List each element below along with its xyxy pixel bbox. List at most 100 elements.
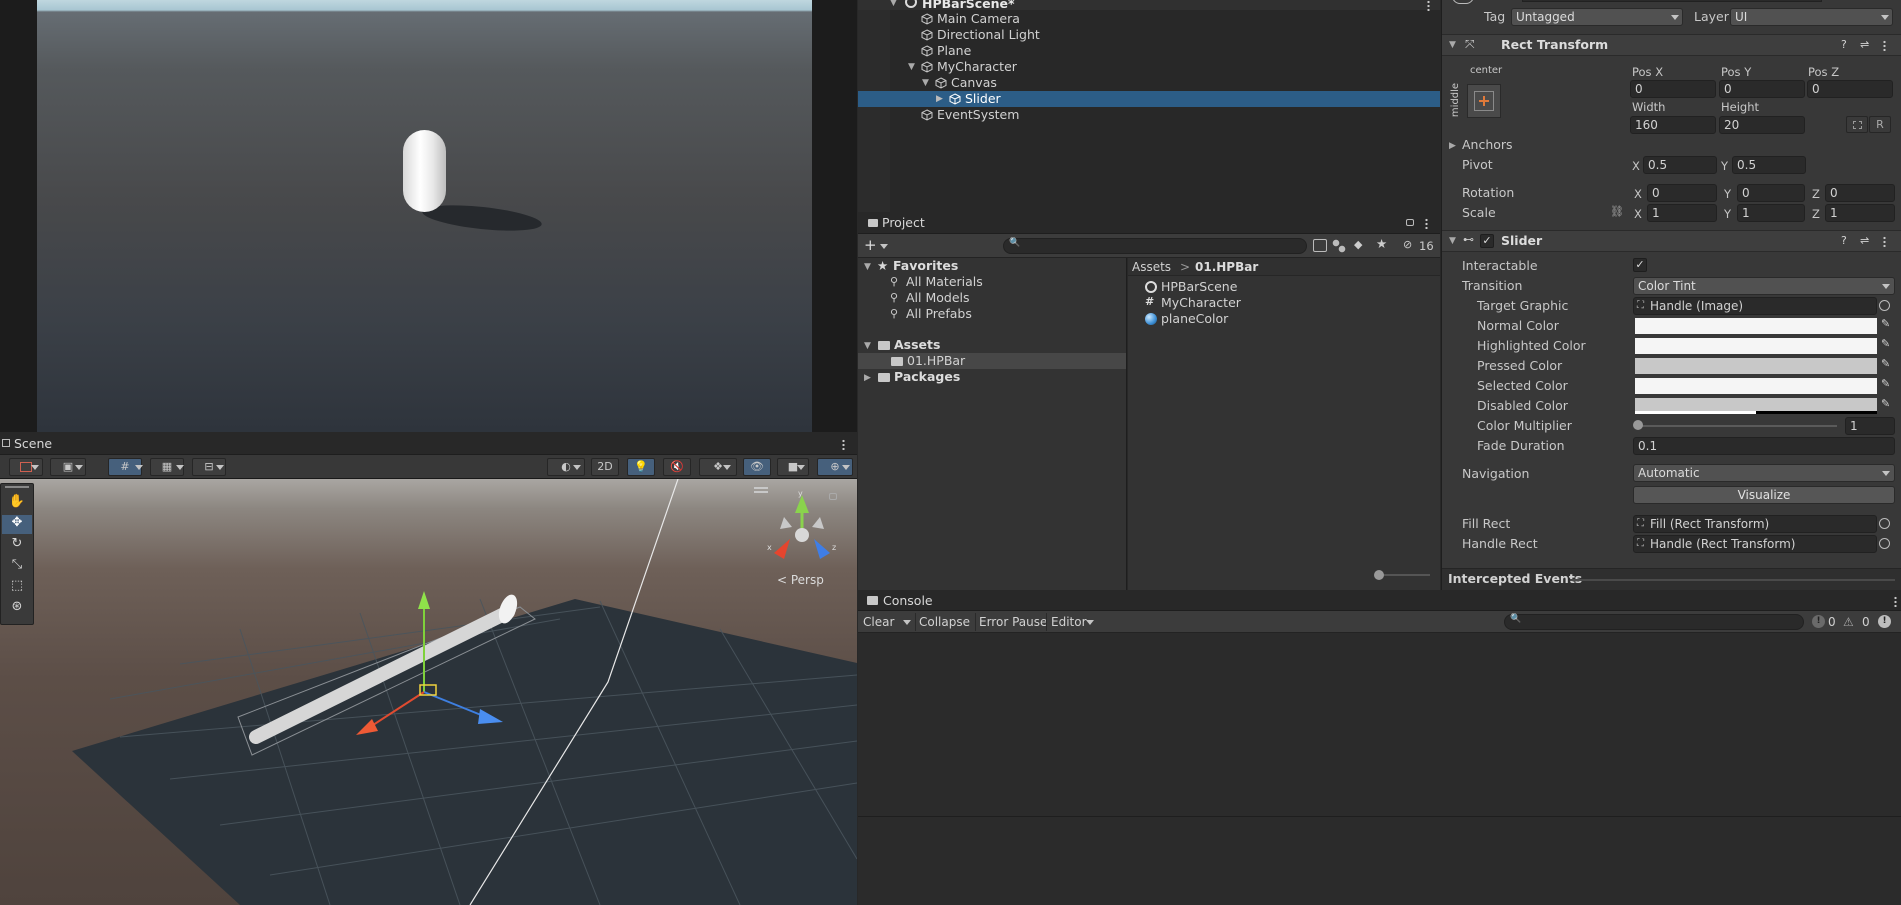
expand-arrow-icon[interactable]: ▼: [908, 59, 915, 75]
presets-icon[interactable]: ⇌: [1860, 37, 1869, 53]
add-asset-button[interactable]: +: [864, 237, 877, 253]
foldout-arrow-icon[interactable]: ▶: [1449, 138, 1456, 154]
favorite-all-models[interactable]: All Models: [906, 290, 970, 306]
mode-2d-button[interactable]: 2D: [591, 458, 619, 476]
fade-duration-field[interactable]: 0.1: [1633, 437, 1895, 455]
game-view-render[interactable]: [37, 0, 812, 432]
expand-arrow-icon[interactable]: ▼: [864, 259, 871, 275]
expand-arrow-icon[interactable]: ▶: [936, 91, 943, 107]
intercepted-events-bar[interactable]: Intercepted Events: [1442, 568, 1901, 590]
filter-label-icon[interactable]: ◆: [1354, 237, 1362, 253]
pivot-x-field[interactable]: 0.5: [1643, 156, 1717, 174]
rot-z-field[interactable]: 0: [1825, 184, 1895, 202]
eyedropper-icon[interactable]: ✎: [1881, 396, 1890, 412]
scale-z-field[interactable]: 1: [1825, 204, 1895, 222]
tag-dropdown[interactable]: Untagged: [1511, 8, 1683, 26]
posy-field[interactable]: 0: [1719, 80, 1805, 98]
assets-folder[interactable]: Assets: [894, 337, 940, 353]
asset-size-slider-thumb[interactable]: [1374, 570, 1384, 580]
normal-color-swatch[interactable]: [1635, 318, 1877, 334]
hpbar-folder[interactable]: 01.HPBar: [907, 353, 965, 369]
scene-view-render[interactable]: y x z < Persp ✋ ✥ ↻ ⤡ ⬚ ⊛: [0, 479, 857, 905]
scale-y-field[interactable]: 1: [1737, 204, 1805, 222]
console-search-input[interactable]: 🔍: [1504, 614, 1804, 630]
hierarchy-item-plane[interactable]: Plane: [858, 43, 1440, 59]
search-by-type-icon[interactable]: [1313, 239, 1327, 252]
height-field[interactable]: 20: [1719, 116, 1805, 134]
hierarchy-menu-icon[interactable]: [1427, 0, 1430, 11]
eyedropper-icon[interactable]: ✎: [1881, 376, 1890, 392]
color-multiplier-thumb[interactable]: [1633, 420, 1643, 430]
editor-dropdown[interactable]: Editor: [1051, 614, 1087, 630]
packages-folder[interactable]: Packages: [894, 369, 960, 385]
handle-rect-field[interactable]: ⛶ Handle (Rect Transform): [1633, 535, 1877, 553]
hierarchy-item-slider[interactable]: ▶ Slider: [858, 91, 1440, 107]
favorite-all-materials[interactable]: All Materials: [906, 274, 983, 290]
project-menu-icon[interactable]: [1425, 218, 1428, 229]
anchors-foldout[interactable]: Anchors: [1462, 137, 1513, 153]
pressed-color-swatch[interactable]: [1635, 358, 1877, 374]
console-menu-icon[interactable]: [1894, 596, 1897, 607]
expand-arrow-icon[interactable]: ▼: [922, 75, 929, 91]
favorite-all-prefabs[interactable]: All Prefabs: [906, 306, 972, 322]
transition-dropdown[interactable]: Color Tint: [1633, 277, 1895, 295]
collapse-arrow-icon[interactable]: ▼: [890, 0, 897, 11]
effects-toggle-icon[interactable]: ❖: [699, 458, 737, 476]
asset-mycharacter[interactable]: MyCharacter: [1161, 295, 1241, 311]
target-graphic-field[interactable]: ⛶ Handle (Image): [1633, 297, 1877, 315]
highlighted-color-swatch[interactable]: [1635, 338, 1877, 354]
width-field[interactable]: 160: [1630, 116, 1716, 134]
presets-icon[interactable]: ⇌: [1860, 233, 1869, 249]
console-log-area[interactable]: [858, 633, 1901, 905]
project-search-input[interactable]: 🔍: [1003, 238, 1307, 254]
favorites-label[interactable]: Favorites: [893, 258, 958, 274]
object-picker-icon[interactable]: [1879, 518, 1890, 529]
tab-scene[interactable]: Scene: [14, 436, 52, 452]
help-icon[interactable]: ?: [1841, 233, 1847, 249]
scale-x-field[interactable]: 1: [1647, 204, 1717, 222]
eyedropper-icon[interactable]: ✎: [1881, 336, 1890, 352]
rect-tool-icon[interactable]: ⬚: [2, 578, 32, 597]
slider-component-header[interactable]: ▼ ⊷ ✓ Slider ? ⇌: [1442, 230, 1901, 252]
layer-dropdown[interactable]: UI: [1730, 8, 1893, 26]
hierarchy-item-canvas[interactable]: ▼ Canvas: [858, 75, 1440, 91]
scale-tool-icon[interactable]: ⤡: [2, 557, 32, 576]
anchor-presets-button[interactable]: [1467, 84, 1501, 118]
asset-size-slider[interactable]: [1378, 574, 1430, 576]
selected-color-swatch[interactable]: [1635, 378, 1877, 394]
component-menu-icon[interactable]: [1883, 40, 1886, 51]
error-pause-button[interactable]: Error Pause: [979, 614, 1047, 630]
rot-x-field[interactable]: 0: [1647, 184, 1717, 202]
raw-edit-button[interactable]: R: [1869, 116, 1891, 133]
interactable-checkbox[interactable]: ✓: [1633, 258, 1647, 272]
name-field-stub[interactable]: [1522, 0, 1822, 2]
pivot-y-field[interactable]: 0.5: [1732, 156, 1806, 174]
tab-console[interactable]: Console: [883, 593, 933, 609]
object-picker-icon[interactable]: [1879, 538, 1890, 549]
orientation-gizmo[interactable]: [774, 495, 830, 559]
rotate-tool-icon[interactable]: ↻: [2, 536, 32, 555]
hierarchy-item-main-camera[interactable]: Main Camera: [858, 11, 1440, 27]
hand-tool-icon[interactable]: ✋: [2, 494, 32, 513]
eyedropper-icon[interactable]: ✎: [1881, 316, 1890, 332]
filter-type-icon[interactable]: [1332, 239, 1346, 253]
constrain-proportions-icon[interactable]: ⛓: [1610, 204, 1624, 220]
expand-arrow-icon[interactable]: ▶: [864, 370, 871, 386]
favorite-star-icon[interactable]: ★: [1376, 236, 1387, 252]
persp-label[interactable]: < Persp: [777, 572, 824, 588]
tab-project[interactable]: Project: [882, 215, 925, 231]
foldout-arrow-icon[interactable]: ▼: [1449, 37, 1456, 53]
color-multiplier-track[interactable]: [1637, 425, 1837, 427]
foldout-arrow-icon[interactable]: ▼: [1449, 233, 1456, 249]
transform-tool-icon[interactable]: ⊛: [2, 599, 32, 618]
hierarchy-item-mycharacter[interactable]: ▼ MyCharacter: [858, 59, 1440, 75]
rot-y-field[interactable]: 0: [1737, 184, 1805, 202]
lock-icon[interactable]: [1406, 219, 1414, 226]
visibility-toggle-icon[interactable]: 👁: [743, 458, 771, 476]
component-enabled-checkbox[interactable]: ✓: [1480, 234, 1494, 248]
component-menu-icon[interactable]: [1883, 236, 1886, 247]
lock-icon[interactable]: [829, 493, 837, 500]
move-tool-icon[interactable]: ✥: [2, 515, 32, 534]
navigation-dropdown[interactable]: Automatic: [1633, 464, 1895, 482]
clear-button[interactable]: Clear: [863, 614, 894, 630]
